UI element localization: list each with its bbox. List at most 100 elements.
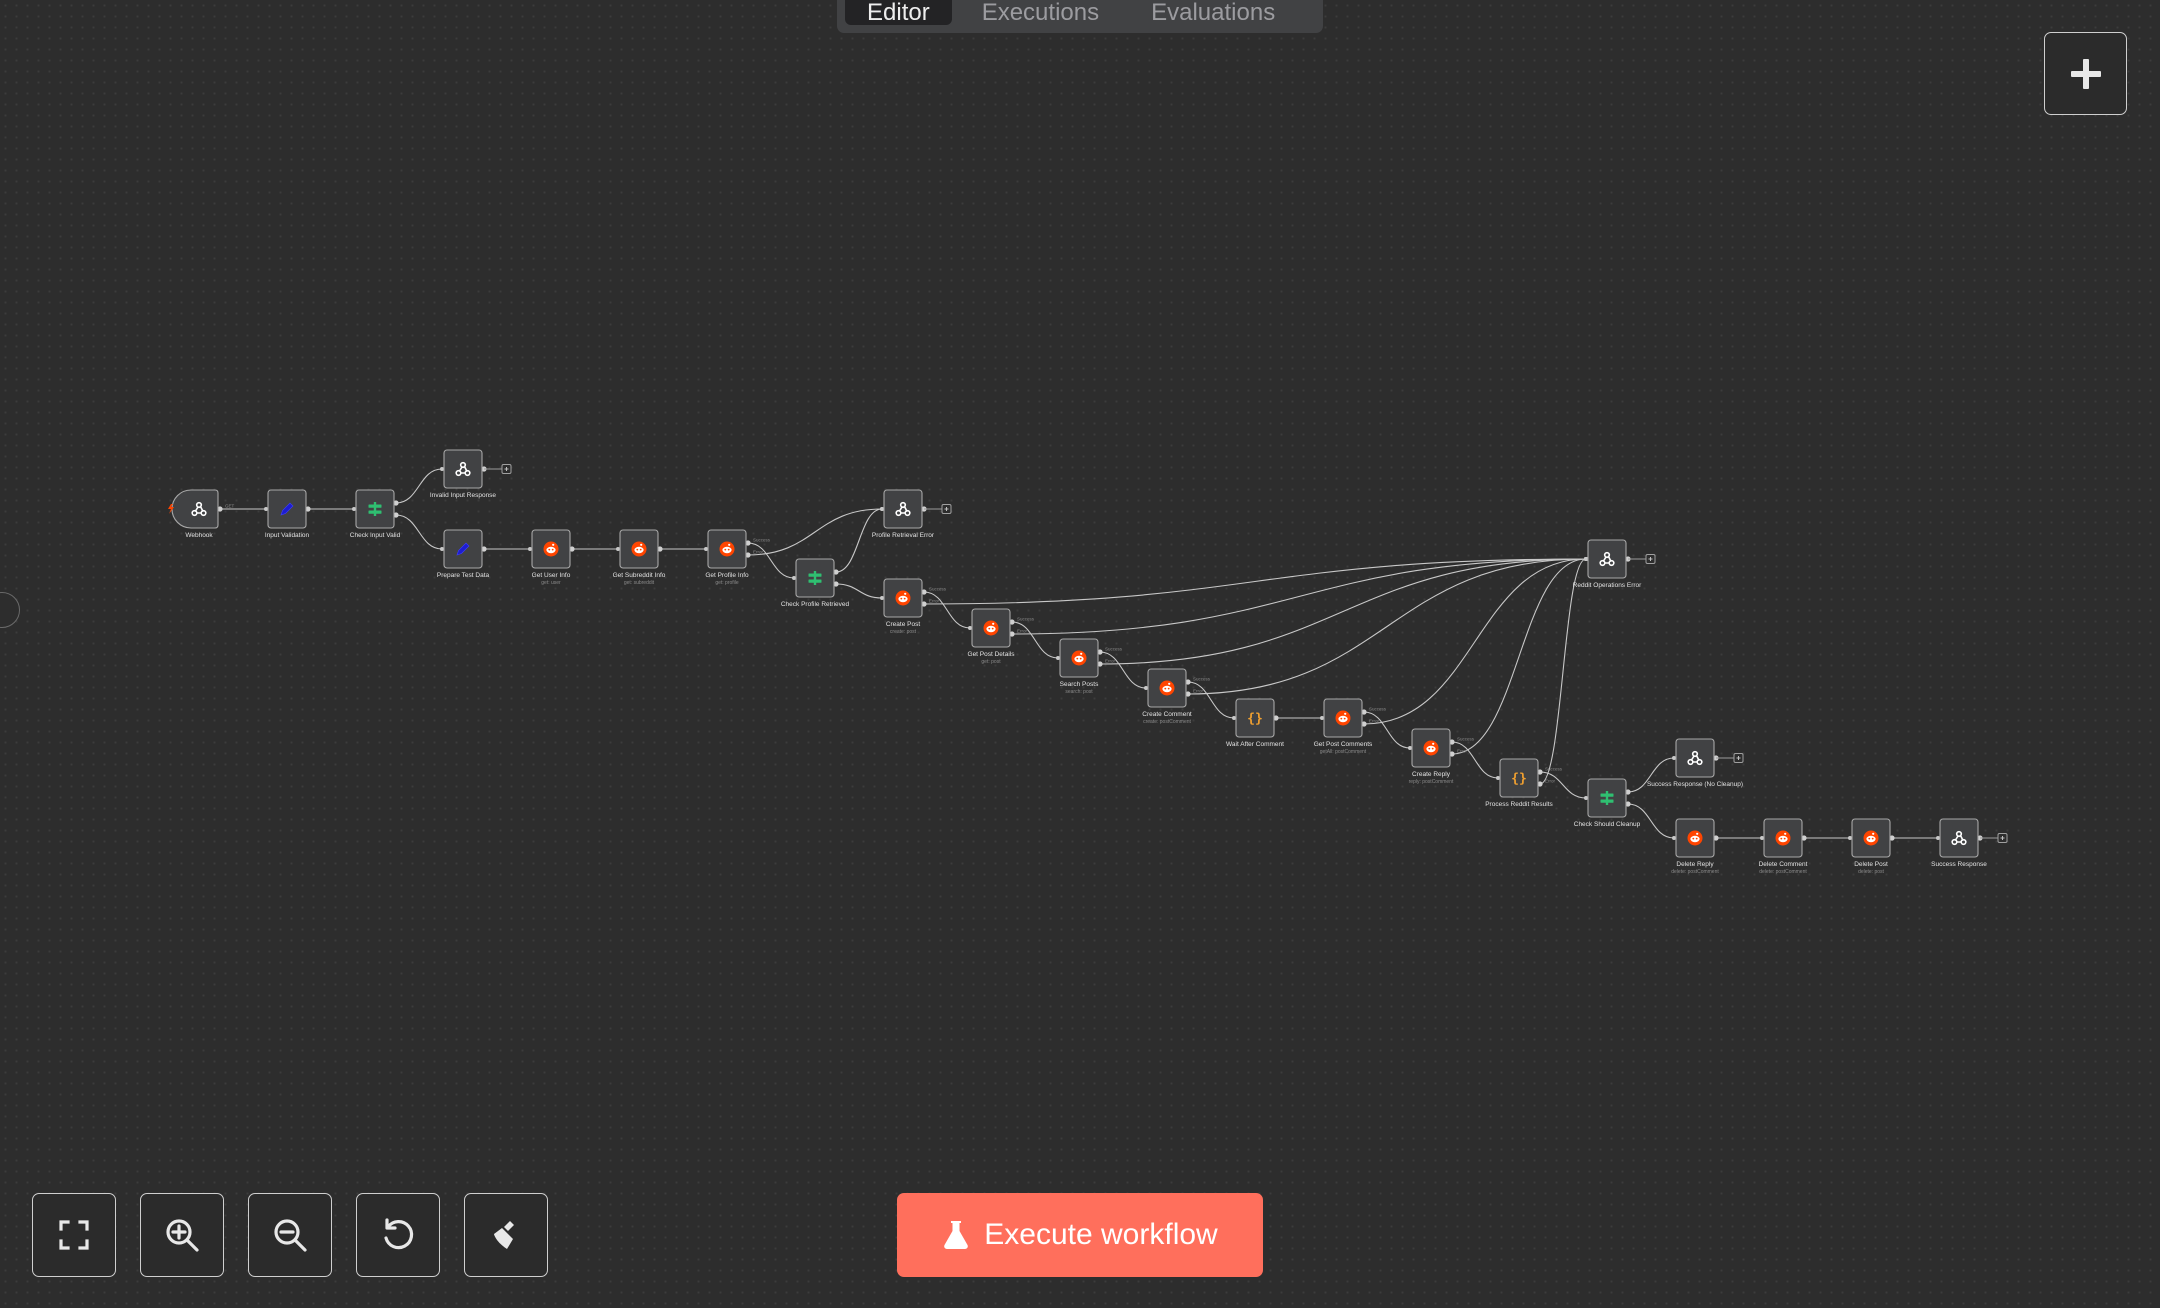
node-subtitle: create: postComment [1143, 719, 1191, 725]
node-subtitle: getAll: postComment [1320, 749, 1367, 755]
node-label: Delete Reply [1676, 861, 1714, 868]
node-create-post[interactable]: Create Postcreate: post [883, 578, 923, 635]
node-delete-post[interactable]: Delete Postdelete: post [1851, 818, 1891, 875]
connection-line[interactable] [1011, 558, 1587, 635]
node-check-profile-retrieved[interactable]: Check Profile Retrieved [781, 558, 850, 608]
node-search-posts[interactable]: Search Postssearch: post [1059, 638, 1099, 695]
reset-zoom-button[interactable] [356, 1193, 440, 1277]
input-handle[interactable] [1144, 686, 1148, 690]
node-box[interactable] [443, 449, 483, 489]
input-handle[interactable] [1584, 796, 1588, 800]
node-subtitle: delete: postComment [1759, 869, 1807, 875]
node-label: Create Post [886, 621, 921, 628]
connection-line[interactable] [1099, 558, 1587, 665]
node-check-input-valid[interactable]: Check Input Valid [350, 489, 401, 539]
node-box[interactable] [883, 489, 923, 529]
node-check-should-cleanup[interactable]: Check Should Cleanup [1574, 778, 1641, 828]
node-box[interactable] [1675, 738, 1715, 778]
node-get-post-comments[interactable]: Get Post CommentsgetAll: postComment [1314, 698, 1373, 755]
node-label: Search Posts [1060, 681, 1099, 688]
connection-label: Error [1369, 719, 1380, 724]
input-handle[interactable] [1584, 557, 1588, 561]
input-handle[interactable] [1056, 656, 1060, 660]
input-handle[interactable] [704, 547, 708, 551]
connection-line[interactable] [1011, 621, 1059, 659]
input-handle[interactable] [1760, 836, 1764, 840]
input-handle[interactable] [1936, 836, 1940, 840]
connection-line[interactable] [923, 591, 971, 629]
node-delete-comment[interactable]: Delete Commentdelete: postComment [1759, 818, 1808, 875]
connection-line[interactable] [1363, 558, 1587, 725]
node-webhook[interactable]: Webhook [168, 489, 219, 539]
connection-label: Success [1545, 767, 1563, 772]
input-handle[interactable] [1408, 746, 1412, 750]
node-label: Profile Retrieval Error [872, 532, 935, 539]
connection-line[interactable] [395, 514, 443, 550]
connection-line[interactable] [835, 583, 883, 599]
node-reddit-operations-error[interactable]: Reddit Operations Error [1573, 539, 1642, 589]
input-handle[interactable] [616, 547, 620, 551]
node-box[interactable] [171, 489, 219, 529]
workflow-canvas[interactable]: GET Success Error Success Error Success Error S… [0, 0, 2160, 1308]
zoom-in-button[interactable] [140, 1193, 224, 1277]
zoom-out-button[interactable] [248, 1193, 332, 1277]
connection-line[interactable] [1187, 681, 1235, 719]
input-handle[interactable] [968, 626, 972, 630]
node-success-response[interactable]: Success Response [1931, 818, 1987, 868]
node-label: Create Reply [1412, 771, 1451, 778]
node-get-profile-info[interactable]: Get Profile Infoget: profile [705, 529, 749, 586]
node-get-post-details[interactable]: Get Post Detailsget: post [968, 608, 1016, 665]
zoom-out-icon [274, 1219, 307, 1252]
input-handle[interactable] [1672, 756, 1676, 760]
connection-label: Success [929, 587, 947, 592]
input-handle[interactable] [264, 507, 268, 511]
input-handle[interactable] [1320, 716, 1324, 720]
connection-label: Success [1457, 737, 1475, 742]
input-handle[interactable] [792, 576, 796, 580]
node-label: Check Profile Retrieved [781, 601, 850, 608]
node-label: Reddit Operations Error [1573, 582, 1642, 589]
node-box[interactable] [1939, 818, 1979, 858]
node-profile-retrieval-error[interactable]: Profile Retrieval Error [872, 489, 935, 539]
add-node-button[interactable] [2044, 32, 2127, 115]
connection-line[interactable] [1451, 558, 1587, 755]
zoom-to-fit-button[interactable] [32, 1193, 116, 1277]
input-handle[interactable] [528, 547, 532, 551]
node-label: Success Response (No Cleanup) [1647, 781, 1743, 788]
tab-editor[interactable]: Editor [845, 0, 952, 25]
node-invalid-input-response[interactable]: Invalid Input Response [430, 449, 497, 499]
node-process-reddit-results[interactable]: {} Process Reddit Results [1485, 758, 1554, 808]
connection-label: Error [1017, 629, 1028, 634]
tab-evaluations[interactable]: Evaluations [1129, 0, 1297, 25]
node-prepare-test-data[interactable]: Prepare Test Data [437, 529, 490, 579]
input-handle[interactable] [880, 596, 884, 600]
input-handle[interactable] [880, 507, 884, 511]
node-input-validation[interactable]: Input Validation [265, 489, 310, 539]
input-handle[interactable] [1848, 836, 1852, 840]
node-subtitle: get: profile [715, 580, 739, 586]
node-get-user-info[interactable]: Get User Infoget: user [531, 529, 571, 586]
input-handle[interactable] [440, 467, 444, 471]
node-get-subreddit-info[interactable]: Get Subreddit Infoget: subreddit [613, 529, 666, 586]
connection-line[interactable] [1451, 741, 1499, 779]
execute-workflow-button[interactable]: Execute workflow [897, 1193, 1263, 1277]
node-create-reply[interactable]: Create Replyreply: postComment [1409, 728, 1454, 785]
input-handle[interactable] [1496, 776, 1500, 780]
node-box[interactable] [1587, 539, 1627, 579]
node-wait-after-comment[interactable]: {} Wait After Comment [1226, 698, 1284, 748]
input-handle[interactable] [1232, 716, 1236, 720]
execute-workflow-label: Execute workflow [984, 1218, 1218, 1251]
connection-label: GET [225, 504, 235, 509]
node-create-comment[interactable]: Create Commentcreate: postComment [1142, 668, 1192, 725]
connection-line[interactable] [1099, 651, 1147, 689]
node-success-response-no-cleanup[interactable]: Success Response (No Cleanup) [1647, 738, 1743, 788]
tab-executions[interactable]: Executions [960, 0, 1121, 25]
input-handle[interactable] [440, 547, 444, 551]
connection-line[interactable] [835, 508, 883, 573]
input-handle[interactable] [352, 507, 356, 511]
connection-line[interactable] [1539, 558, 1587, 785]
plus-icon [2070, 58, 2101, 89]
node-delete-reply[interactable]: Delete Replydelete: postComment [1671, 818, 1719, 875]
tidy-up-button[interactable] [464, 1193, 548, 1277]
input-handle[interactable] [1672, 836, 1676, 840]
